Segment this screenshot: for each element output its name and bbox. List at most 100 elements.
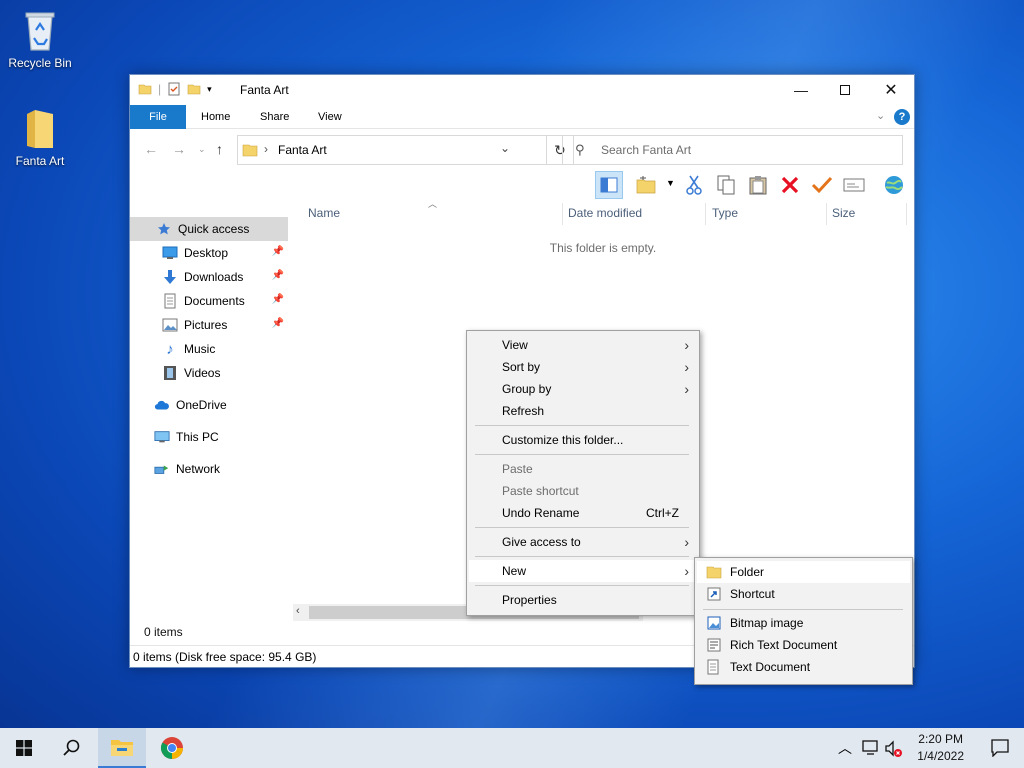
address-bar[interactable]: › Fanta Art ⌄ (237, 135, 547, 165)
tab-view[interactable]: View (304, 105, 356, 129)
new-folder-icon[interactable] (187, 82, 201, 96)
copy-button[interactable] (712, 171, 740, 199)
properties-icon[interactable] (167, 82, 181, 96)
menu-item-group-by[interactable]: Group by › (469, 378, 697, 400)
maximize-button[interactable] (822, 75, 868, 105)
pin-icon[interactable]: 📌 (272, 294, 284, 305)
help-icon[interactable]: ? (894, 109, 910, 125)
preview-pane-button[interactable] (595, 171, 623, 199)
cloud-icon (154, 397, 170, 413)
submenu-item-shortcut[interactable]: Shortcut (697, 583, 910, 605)
pin-icon[interactable]: 📌 (272, 246, 284, 257)
taskbar-file-explorer[interactable] (98, 728, 146, 768)
nav-item-downloads[interactable]: Downloads 📌 (130, 265, 288, 289)
start-button[interactable] (0, 728, 48, 768)
search-input[interactable]: ⚲ Search Fanta Art (562, 135, 903, 165)
breadcrumb[interactable]: Fanta Art (278, 143, 327, 157)
menu-item-give-access[interactable]: Give access to › (469, 531, 697, 553)
nav-item-documents[interactable]: Documents 📌 (130, 289, 288, 313)
text-document-icon (707, 659, 719, 675)
recycle-bin-icon (25, 12, 55, 51)
action-center-button[interactable] (976, 728, 1024, 768)
nav-label: Pictures (184, 318, 228, 332)
scroll-left-icon[interactable]: ‹ (296, 605, 300, 617)
cut-button[interactable] (680, 171, 708, 199)
column-name[interactable]: Name (308, 206, 340, 220)
forward-button[interactable]: → (172, 141, 186, 157)
up-button[interactable]: ↑ (216, 141, 223, 157)
system-clock[interactable]: 2:20 PM 1/4/2022 (917, 731, 964, 765)
chrome-icon (161, 737, 183, 759)
delete-button[interactable] (776, 171, 804, 199)
menu-item-customize-folder[interactable]: Customize this folder... (469, 429, 697, 451)
column-divider[interactable] (826, 203, 827, 225)
menu-item-properties[interactable]: Properties (469, 589, 697, 611)
close-button[interactable]: ✕ (868, 75, 914, 105)
menu-item-sort-by[interactable]: Sort by › (469, 356, 697, 378)
column-size[interactable]: Size (832, 206, 855, 220)
desktop-icon-recycle-bin[interactable]: Recycle Bin (2, 8, 78, 70)
column-headers: ︿ Name Date modified Type Size (298, 199, 916, 225)
column-divider[interactable] (906, 203, 907, 225)
menu-separator (475, 556, 689, 557)
submenu-item-bitmap[interactable]: Bitmap image (697, 612, 910, 634)
column-type[interactable]: Type (712, 206, 738, 220)
recent-locations-button[interactable]: ⌄ (198, 144, 206, 155)
network-status-icon[interactable] (862, 740, 880, 756)
pin-icon[interactable]: 📌 (272, 318, 284, 329)
taskbar-chrome[interactable] (148, 728, 196, 768)
menu-item-new[interactable]: New › (469, 560, 697, 582)
music-note-icon: ♪ (166, 340, 174, 358)
volume-muted-icon[interactable] (884, 740, 904, 758)
show-hidden-icons-icon[interactable]: ︿ (838, 738, 852, 758)
expand-ribbon-icon[interactable]: ⌄ (876, 109, 885, 122)
nav-label: Videos (184, 366, 221, 380)
tab-share[interactable]: Share (246, 105, 303, 129)
column-divider[interactable] (562, 203, 563, 225)
tab-home[interactable]: Home (187, 105, 244, 129)
address-row: ← → ⌄ ↑ › Fanta Art ⌄ ↻ ⚲ Search Fanta A… (130, 131, 914, 169)
nav-item-pictures[interactable]: Pictures 📌 (130, 313, 288, 337)
submenu-item-folder[interactable]: Folder (697, 561, 910, 583)
new-folder-dropdown-icon[interactable]: ▼ (666, 178, 675, 188)
menu-separator (475, 454, 689, 455)
new-folder-button[interactable] (632, 171, 660, 199)
ribbon-tabs: File Home Share View ⌄ ? (130, 105, 914, 129)
nav-item-network[interactable]: Network (130, 457, 288, 481)
title-bar[interactable]: | ▾ Fanta Art — ✕ (130, 75, 914, 105)
rename-button[interactable] (808, 171, 836, 199)
column-divider[interactable] (705, 203, 706, 225)
nav-item-quick-access[interactable]: Quick access (130, 217, 288, 241)
properties-button[interactable] (840, 171, 868, 199)
desktop-icon-fanta-art[interactable]: Fanta Art (2, 108, 78, 168)
network-button[interactable] (880, 171, 908, 199)
nav-item-this-pc[interactable]: This PC (130, 425, 288, 449)
paste-button[interactable] (744, 171, 772, 199)
bitmap-icon (707, 616, 721, 630)
submenu-item-rich-text[interactable]: Rich Text Document (697, 634, 910, 656)
pin-icon[interactable]: 📌 (272, 270, 284, 281)
address-dropdown-icon[interactable]: ⌄ (500, 141, 510, 155)
chevron-right-icon: › (684, 381, 689, 397)
clock-time: 2:20 PM (918, 732, 963, 746)
taskbar: ︿ 2:20 PM 1/4/2022 (0, 728, 1024, 768)
menu-item-refresh[interactable]: Refresh (469, 400, 697, 422)
nav-item-music[interactable]: ♪ Music (130, 337, 288, 361)
tab-file[interactable]: File (130, 105, 186, 129)
film-icon (162, 365, 178, 381)
properties-icon (843, 178, 865, 192)
nav-item-desktop[interactable]: Desktop 📌 (130, 241, 288, 265)
nav-item-onedrive[interactable]: OneDrive (130, 393, 288, 417)
menu-item-view[interactable]: View › (469, 334, 697, 356)
submenu-item-text-document[interactable]: Text Document (697, 656, 910, 678)
menu-item-undo-rename[interactable]: Undo Rename Ctrl+Z (469, 502, 697, 524)
minimize-button[interactable]: — (778, 75, 824, 105)
search-button[interactable] (48, 728, 96, 768)
download-arrow-icon (162, 269, 178, 285)
shortcut-text: Ctrl+Z (646, 506, 679, 520)
chevron-right-icon: › (684, 337, 689, 353)
nav-item-videos[interactable]: Videos (130, 361, 288, 385)
customize-qat-icon[interactable]: ▾ (207, 84, 212, 95)
back-button[interactable]: ← (144, 141, 158, 157)
column-date-modified[interactable]: Date modified (568, 206, 642, 220)
